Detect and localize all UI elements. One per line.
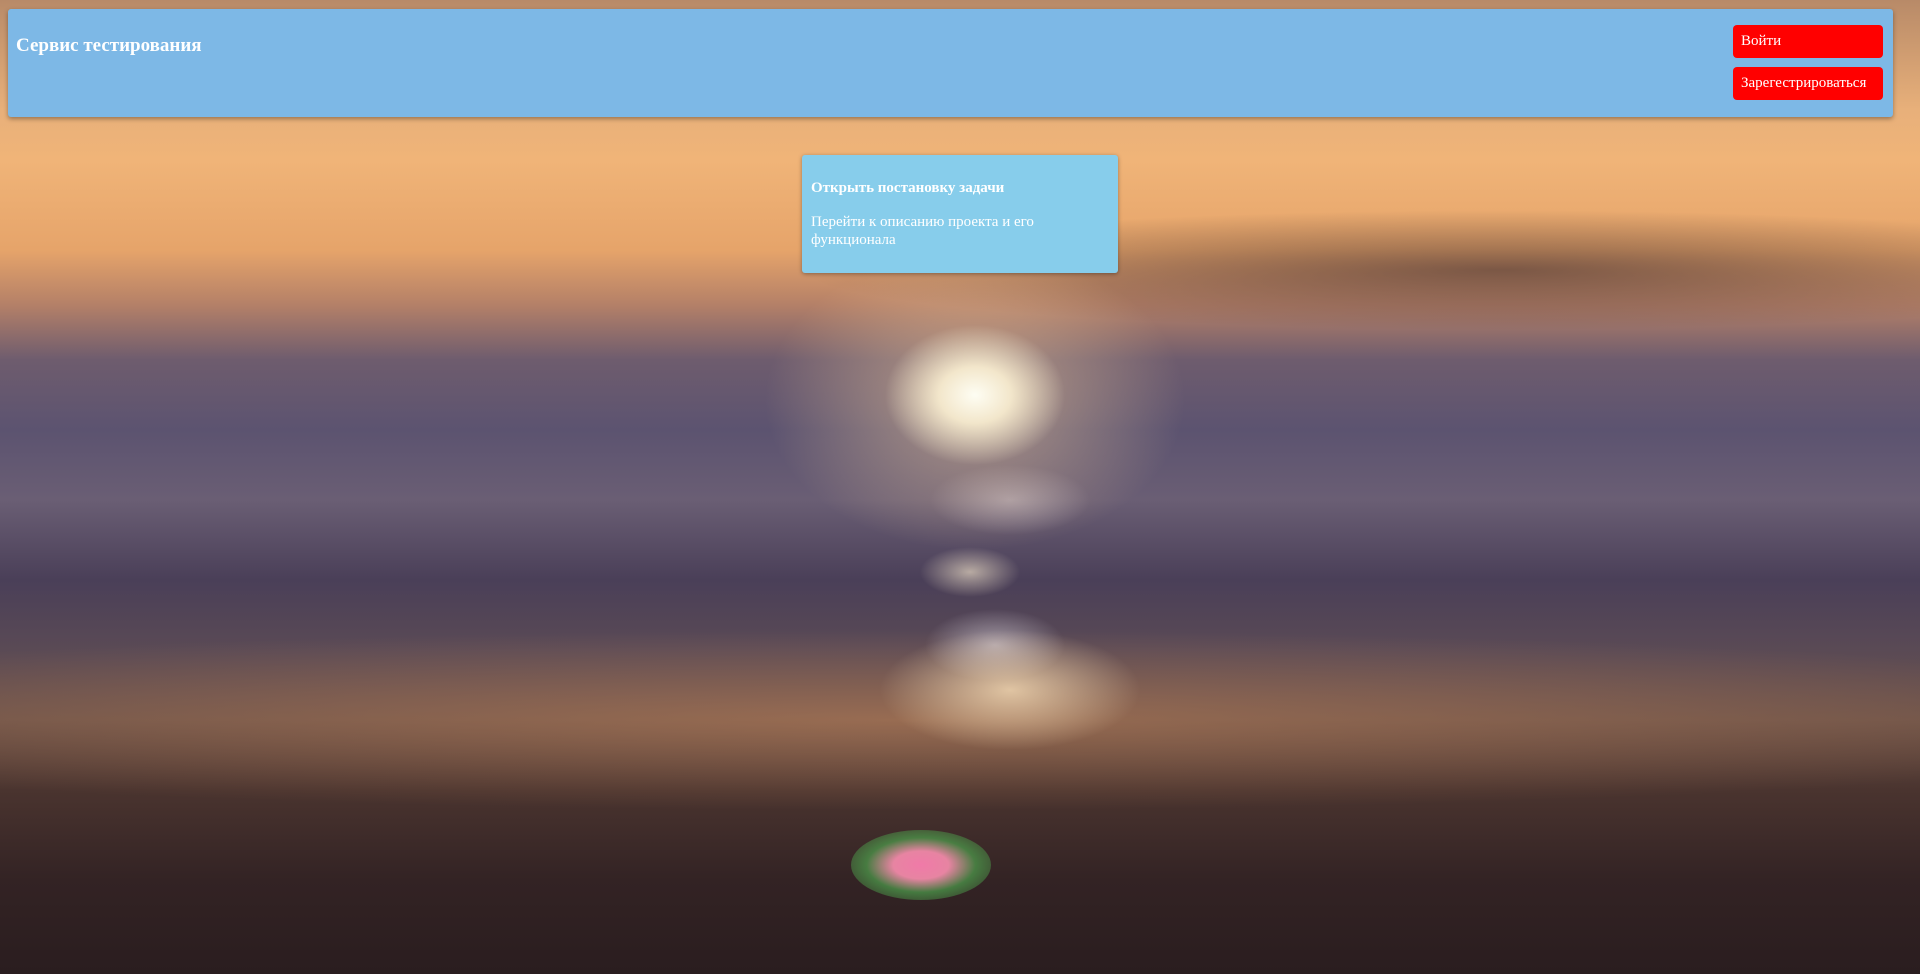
brand-title: Сервис тестирования — [16, 35, 202, 56]
login-button[interactable]: Войти — [1733, 25, 1883, 58]
header-bar: Сервис тестирования Войти Зарегестрирова… — [8, 9, 1893, 117]
card-description: Перейти к описанию проекта и его функцио… — [811, 214, 1034, 248]
register-button[interactable]: Зарегестрироваться — [1733, 67, 1883, 100]
card-title: Открыть постановку задачи — [811, 180, 1005, 196]
lens-flare — [851, 830, 991, 900]
task-card[interactable]: Открыть постановку задачи Перейти к опис… — [802, 155, 1118, 273]
background-image — [0, 0, 1920, 974]
